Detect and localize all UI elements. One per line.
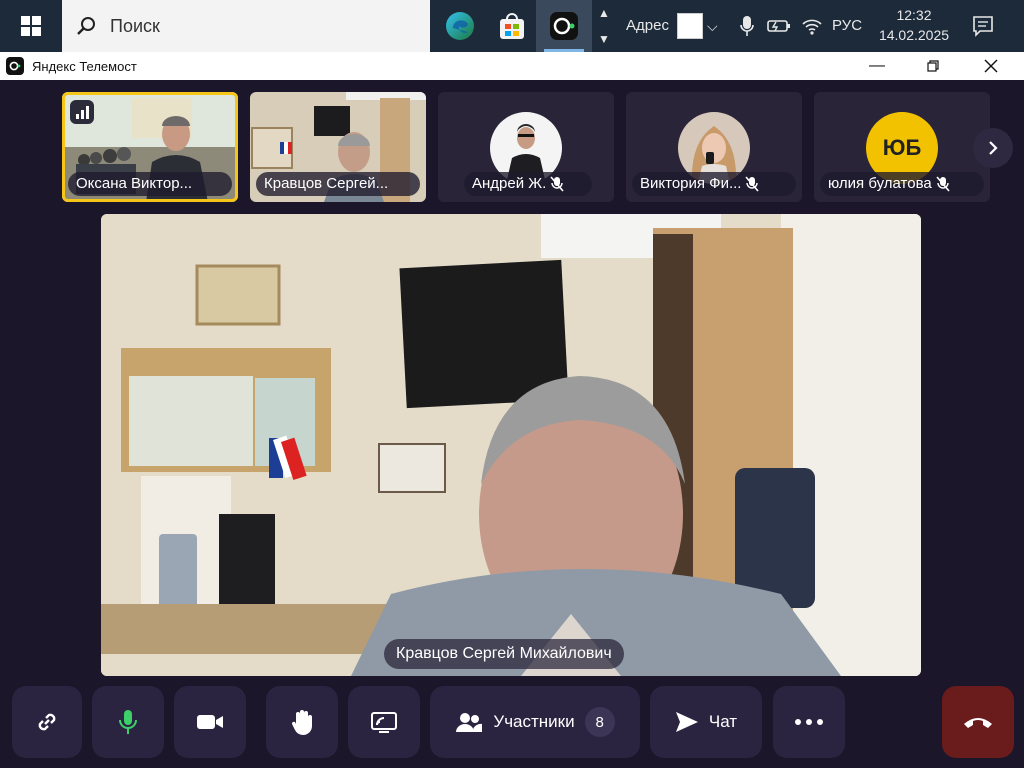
restore-icon[interactable] (910, 52, 956, 80)
notification-icon[interactable] (968, 0, 998, 52)
address-input[interactable] (677, 13, 703, 39)
copy-link-button[interactable] (12, 686, 82, 758)
mic-muted-icon (936, 176, 950, 192)
participants-count-badge: 8 (584, 707, 615, 737)
language-indicator[interactable]: РУС (832, 0, 862, 52)
window-title: Яндекс Телемост (32, 58, 137, 74)
more-options-button[interactable] (773, 686, 845, 758)
close-icon[interactable] (968, 52, 1014, 80)
address-toolbar-label: Адрес (626, 17, 669, 34)
telemost-taskbar-icon[interactable] (536, 0, 592, 52)
chevron-up-icon[interactable]: ▲ (598, 6, 610, 20)
participant-name-pill: Кравцов Сергей... (256, 172, 420, 196)
chat-label: Чат (708, 712, 738, 731)
participants-button[interactable]: Участники 8 (430, 686, 640, 758)
mic-muted-icon (550, 176, 564, 192)
participant-name: Оксана Виктор... (76, 175, 193, 192)
raise-hand-button[interactable] (266, 686, 338, 758)
send-icon (675, 712, 698, 732)
end-call-button[interactable] (942, 686, 1014, 758)
participant-name: Андрей Ж. (472, 175, 547, 192)
windows-taskbar: Поиск ▲ ▼ Адрес ⌵ РУС 12:32 14.02.2025 (0, 0, 1024, 52)
participant-tile[interactable]: Оксана Виктор... (62, 92, 238, 202)
speaker-name-label: Кравцов Сергей Михайлович (384, 639, 624, 669)
video-camera-icon (197, 715, 223, 729)
main-speaker-video[interactable]: Кравцов Сергей Михайлович (101, 214, 921, 676)
microphone-button[interactable] (92, 686, 164, 758)
camera-button[interactable] (174, 686, 246, 758)
participant-name-pill: Оксана Виктор... (68, 172, 232, 196)
clock-date: 14.02.2025 (878, 27, 950, 43)
taskbar-scroll[interactable]: ▲ ▼ (593, 0, 615, 52)
screen-share-icon (371, 712, 397, 733)
store-icon[interactable] (484, 0, 540, 52)
wifi-icon[interactable] (800, 0, 824, 52)
microphone-icon[interactable] (736, 0, 758, 52)
meeting-toolbar: Участники 8 Чат (0, 676, 1024, 768)
link-icon (38, 713, 56, 731)
participant-name: Виктория Фи... (640, 175, 742, 192)
battery-icon[interactable] (766, 0, 792, 52)
participant-name-pill: юлия булатова (820, 172, 984, 196)
signal-strength-icon (70, 100, 94, 124)
participant-name: Кравцов Сергей... (264, 175, 389, 192)
clock-time: 12:32 (896, 7, 932, 23)
people-icon (456, 713, 483, 732)
telemost-app-icon (6, 57, 24, 75)
screen-share-button[interactable] (348, 686, 420, 758)
chevron-down-icon[interactable]: ▼ (598, 32, 610, 46)
participant-tile[interactable]: ЮБ юлия булатова (814, 92, 990, 202)
participant-tile[interactable]: Андрей Ж. (438, 92, 614, 202)
participants-label: Участники (493, 712, 575, 731)
speaker-video-frame (101, 214, 921, 676)
mic-muted-icon (745, 176, 760, 192)
chevron-down-icon[interactable]: ⌵ (707, 0, 718, 52)
windows-start-icon[interactable] (0, 0, 62, 52)
microphone-icon (119, 710, 137, 734)
search-label: Поиск (110, 15, 160, 36)
minimize-icon[interactable]: — (854, 52, 900, 80)
participant-name-pill: Виктория Фи... (632, 172, 796, 196)
taskbar-search[interactable]: Поиск (62, 0, 430, 52)
participant-name: юлия булатова (828, 175, 932, 192)
participants-strip: Оксана Виктор... Кравцов Сергей... Андре… (0, 80, 1024, 210)
participant-tile[interactable]: Виктория Фи... (626, 92, 802, 202)
participant-tile[interactable]: Кравцов Сергей... (250, 92, 426, 202)
app-titlebar: Яндекс Телемост — (0, 52, 1024, 80)
more-dots-icon (795, 719, 823, 725)
chat-button[interactable]: Чат (650, 686, 762, 758)
participant-name-pill: Андрей Ж. (464, 172, 592, 196)
hand-icon (291, 710, 312, 735)
clock[interactable]: 12:32 14.02.2025 (872, 5, 956, 45)
hang-up-icon (964, 718, 992, 728)
chevron-right-icon[interactable] (973, 128, 1013, 168)
edge-icon[interactable] (432, 0, 488, 52)
search-icon (77, 17, 95, 35)
